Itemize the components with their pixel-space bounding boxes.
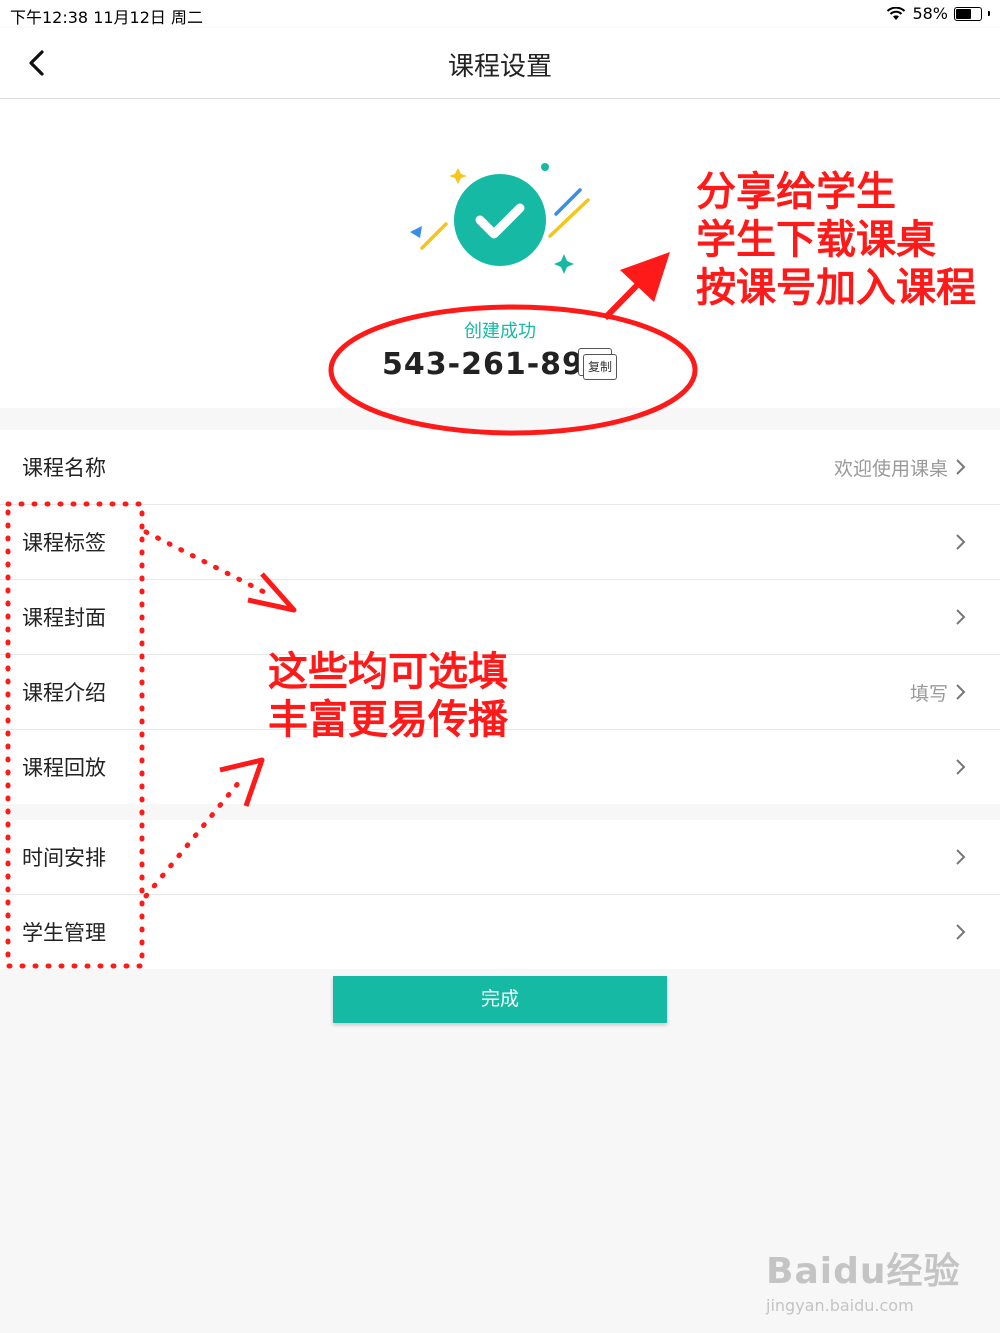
done-button[interactable]: 完成	[333, 976, 667, 1023]
chevron-right-icon	[956, 924, 966, 940]
settings-row-course-tags[interactable]: 课程标签	[0, 505, 1000, 580]
settings-row-student-management[interactable]: 学生管理	[0, 895, 1000, 969]
row-value: 填写	[909, 683, 948, 705]
watermark-sub: jingyan.baidu.com	[766, 1296, 914, 1315]
row-label: 课程回放	[22, 756, 106, 780]
row-label: 课程名称	[22, 456, 106, 480]
annotation-line: 分享给学生	[696, 169, 896, 215]
annotation-share-note: 分享给学生 学生下载课桌 按课号加入课程	[696, 168, 976, 312]
chevron-right-icon	[956, 684, 966, 700]
chevron-right-icon	[956, 534, 966, 550]
annotation-optional-note: 这些均可选填 丰富更易传播	[268, 648, 508, 744]
status-bar: 下午12:38 11月12日 周二 58%	[0, 0, 1000, 28]
status-indicators: 58%	[886, 4, 990, 23]
course-code: 543-261-897	[382, 347, 606, 382]
annotation-line: 丰富更易传播	[268, 697, 508, 743]
row-value: 欢迎使用课桌	[833, 458, 948, 480]
row-label: 课程标签	[22, 531, 106, 555]
row-label: 学生管理	[22, 921, 106, 945]
battery-icon	[954, 6, 982, 21]
chevron-right-icon	[956, 609, 966, 625]
chevron-right-icon	[956, 459, 966, 475]
baidu-watermark: Baidu经验 jingyan.baidu.com	[766, 1242, 960, 1315]
settings-row-course-cover[interactable]: 课程封面	[0, 580, 1000, 655]
success-check-illustration	[410, 163, 590, 274]
row-label: 时间安排	[22, 846, 106, 870]
row-label: 课程封面	[22, 606, 106, 630]
annotation-line: 学生下载课桌	[696, 217, 936, 263]
status-time: 下午12:38 11月12日 周二	[10, 8, 204, 27]
watermark-main: Baidu经验	[766, 1251, 961, 1292]
copy-button[interactable]: 复制	[578, 348, 618, 382]
row-label: 课程介绍	[22, 681, 106, 705]
annotation-line: 按课号加入课程	[696, 265, 976, 311]
nav-bar: 课程设置	[0, 28, 1000, 99]
page-title: 课程设置	[447, 52, 552, 82]
settings-list-course: 课程名称 欢迎使用课桌 课程标签 课程封面 课程介绍 填写 课程回放	[0, 430, 1000, 804]
wifi-icon	[887, 6, 906, 20]
settings-row-course-name[interactable]: 课程名称 欢迎使用课桌	[0, 430, 1000, 505]
copy-label: 复制	[583, 354, 617, 380]
annotation-line: 这些均可选填	[268, 649, 508, 695]
settings-row-schedule[interactable]: 时间安排	[0, 820, 1000, 895]
chevron-right-icon	[956, 849, 966, 865]
settings-list-management: 时间安排 学生管理	[0, 820, 1000, 969]
chevron-right-icon	[956, 759, 966, 775]
battery-percent: 58%	[912, 4, 948, 23]
battery-tip	[988, 11, 990, 16]
created-success-label: 创建成功	[464, 321, 536, 342]
